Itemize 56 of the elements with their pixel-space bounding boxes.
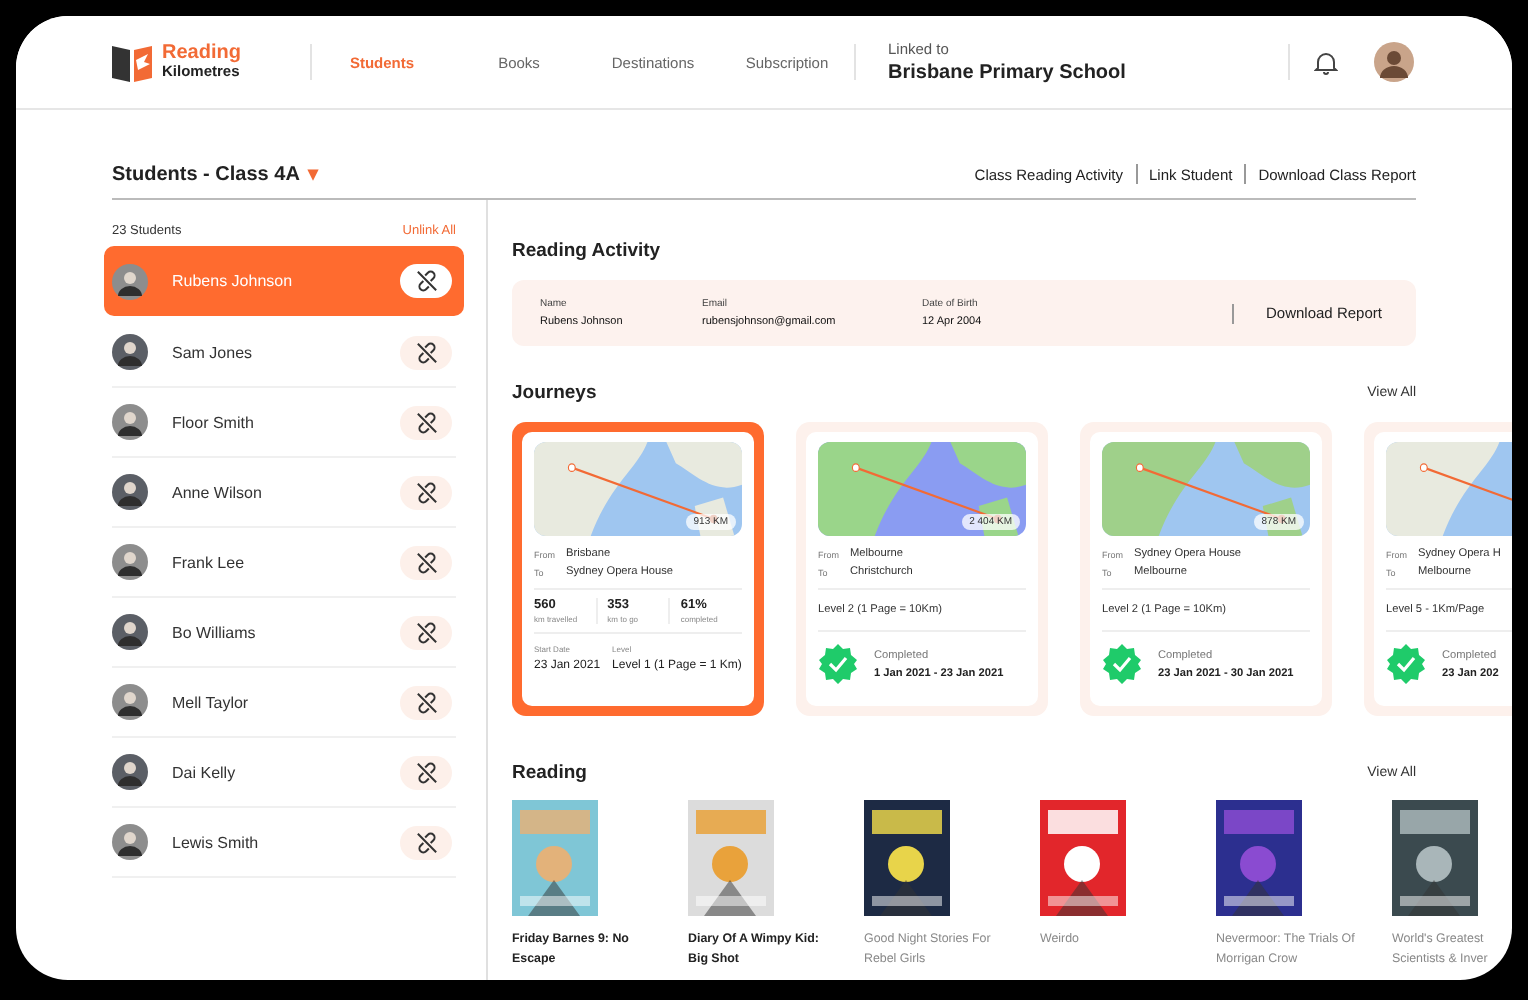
verified-check-icon <box>818 644 858 684</box>
student-row[interactable]: Bo Williams <box>112 598 456 668</box>
unlink-icon <box>415 411 437 433</box>
student-row[interactable]: Floor Smith <box>112 388 456 458</box>
unlink-icon <box>415 341 437 363</box>
student-row[interactable]: Anne Wilson <box>112 458 456 528</box>
avatar-icon <box>112 334 148 370</box>
section-title: Reading Activity <box>512 240 663 262</box>
unlink-icon <box>415 551 437 573</box>
student-name: Sam Jones <box>172 343 255 361</box>
unlink-icon <box>415 270 437 292</box>
book-logo-icon <box>110 40 154 84</box>
section-title: Journeys <box>512 382 597 404</box>
verified-check-icon <box>1386 644 1426 684</box>
unlink-button[interactable] <box>400 335 452 369</box>
avatar-icon <box>112 544 148 580</box>
student-name: Anne Wilson <box>172 483 264 501</box>
unlink-button[interactable] <box>400 825 452 859</box>
unlink-button[interactable] <box>400 475 452 509</box>
avatar-icon <box>112 474 148 510</box>
unlink-button[interactable] <box>400 755 452 789</box>
avatar-icon <box>112 614 148 650</box>
logo-text: Reading <box>162 44 241 65</box>
student-row[interactable]: Mell Taylor <box>112 668 456 738</box>
avatar-icon <box>112 754 148 790</box>
unlink-icon <box>415 691 437 713</box>
unlink-icon <box>415 761 437 783</box>
unlink-icon <box>415 621 437 643</box>
unlink-icon <box>415 481 437 503</box>
avatar-icon <box>112 684 148 720</box>
student-name: Frank Lee <box>172 553 247 571</box>
student-row[interactable]: Lewis Smith <box>112 808 456 878</box>
verified-check-icon <box>1102 644 1142 684</box>
avatar-icon <box>112 263 148 299</box>
unlink-button[interactable] <box>400 405 452 439</box>
student-row[interactable]: Sam Jones <box>112 318 456 388</box>
student-name: Bo Williams <box>172 623 258 641</box>
avatar-icon <box>112 824 148 860</box>
student-name: Dai Kelly <box>172 763 238 781</box>
student-name: Mell Taylor <box>172 693 251 711</box>
student-name: Rubens Johnson <box>172 272 295 290</box>
class-title: Students - Class 4A <box>112 163 300 185</box>
unlink-icon <box>415 831 437 853</box>
notification-bell-icon[interactable] <box>1314 49 1338 75</box>
unlink-button[interactable] <box>400 685 452 719</box>
student-row[interactable]: Frank Lee <box>112 528 456 598</box>
student-name: Floor Smith <box>172 413 256 431</box>
student-name: Lewis Smith <box>172 833 261 851</box>
student-row[interactable]: Dai Kelly <box>112 738 456 808</box>
school-name: Brisbane Primary School <box>888 62 1128 84</box>
unlink-button[interactable] <box>400 545 452 579</box>
profile-avatar-icon[interactable] <box>1374 42 1414 82</box>
avatar-icon <box>112 404 148 440</box>
unlink-button[interactable] <box>400 615 452 649</box>
unlink-button[interactable] <box>400 264 452 298</box>
section-title: Reading <box>512 762 587 784</box>
